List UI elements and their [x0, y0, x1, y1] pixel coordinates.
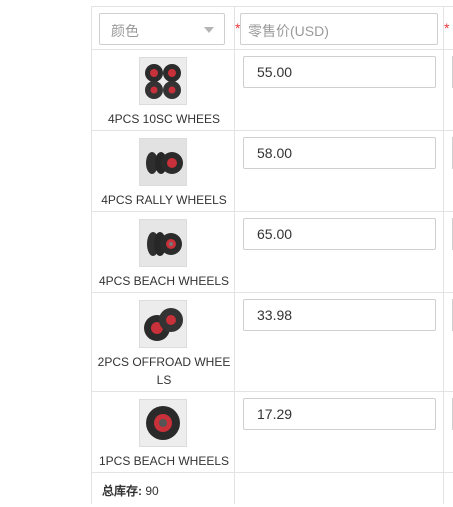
- product-name: 2PCS OFFROAD WHEE LS: [97, 355, 231, 387]
- variant-table: 颜色 * 零售价(USD) * 4PCS 10SC WHEES 55.00 4P…: [91, 6, 453, 504]
- chevron-down-icon: [204, 27, 214, 33]
- header-row: 颜色 * 零售价(USD) *: [92, 7, 453, 50]
- product-name: 1PCS BEACH WHEELS: [98, 454, 230, 468]
- total-stock-label: 总库存:: [102, 484, 142, 498]
- price-input[interactable]: 17.29: [243, 398, 436, 430]
- table-row: 4PCS BEACH WHEELS 65.00: [92, 212, 453, 293]
- wheel-product-image: [139, 300, 187, 348]
- table-row: 4PCS 10SC WHEES 55.00: [92, 50, 453, 131]
- price-value: 65.00: [257, 226, 293, 242]
- price-value: 58.00: [257, 145, 293, 161]
- table-row: 4PCS RALLY WHEELS 58.00: [92, 131, 453, 212]
- price-input[interactable]: 55.00: [243, 56, 436, 88]
- wheel-product-image: [139, 399, 187, 447]
- price-value: 55.00: [257, 64, 293, 80]
- price-input[interactable]: 65.00: [243, 218, 436, 250]
- total-stock: 总库存: 90: [102, 482, 159, 499]
- product-name: 4PCS RALLY WHEELS: [101, 193, 227, 207]
- wheel-product-image: [139, 219, 187, 267]
- wheel-product-image: [139, 57, 187, 105]
- required-mark: *: [444, 20, 450, 36]
- price-value: 33.98: [257, 307, 293, 323]
- price-input[interactable]: 58.00: [243, 137, 436, 169]
- color-select[interactable]: 颜色: [99, 13, 225, 45]
- table-row: 2PCS OFFROAD WHEE LS 33.98: [92, 293, 453, 392]
- product-name: 4PCS BEACH WHEELS: [98, 274, 230, 288]
- price-header-input[interactable]: 零售价(USD): [240, 13, 438, 45]
- color-select-value: 颜色: [111, 23, 139, 39]
- price-placeholder: 零售价(USD): [248, 23, 329, 39]
- product-name: 4PCS 10SC WHEES: [107, 112, 221, 126]
- table-row: 1PCS BEACH WHEELS 17.29: [92, 392, 453, 473]
- wheel-product-image: [139, 138, 187, 186]
- price-value: 17.29: [257, 406, 293, 422]
- total-stock-value: 90: [145, 484, 159, 498]
- price-input[interactable]: 33.98: [243, 299, 436, 331]
